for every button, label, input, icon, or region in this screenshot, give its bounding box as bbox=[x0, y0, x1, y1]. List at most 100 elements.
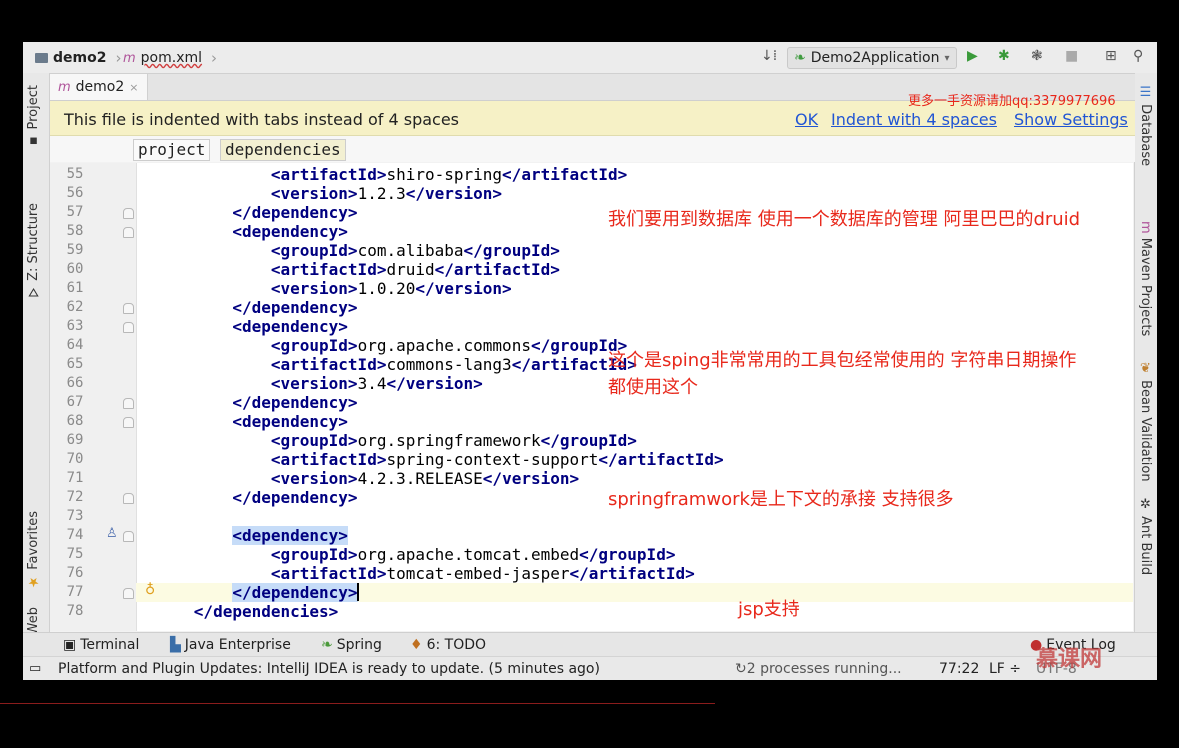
code-line[interactable]: </dependencies> bbox=[136, 602, 1133, 621]
close-icon[interactable]: × bbox=[129, 81, 138, 94]
tool-tab-bean-validation[interactable]: ❦ Bean Validation bbox=[1138, 361, 1153, 482]
tool-terminal[interactable]: ▣ Terminal bbox=[63, 637, 139, 653]
code-line[interactable]: </dependency> bbox=[136, 298, 1133, 317]
dependency-gutter-icon[interactable]: ♙ bbox=[106, 526, 118, 541]
tool-terminal-label: Terminal bbox=[80, 637, 140, 653]
banner-show-settings-link[interactable]: Show Settings bbox=[1014, 110, 1128, 129]
line-number: 75 bbox=[66, 546, 84, 562]
line-number: 65 bbox=[66, 356, 84, 372]
banner-message: This file is indented with tabs instead … bbox=[64, 110, 460, 129]
status-toggle-icon[interactable]: ▭ bbox=[29, 661, 41, 676]
mooc-watermark: 慕课网 bbox=[1036, 647, 1103, 672]
fold-marker-icon[interactable] bbox=[123, 493, 134, 504]
code-line[interactable]: <dependency> bbox=[136, 317, 1133, 336]
code-editor[interactable]: 55 56 57 58 59 60 61 62 63 64 65 66 67 68 69 70 71 72 73 74… bbox=[50, 163, 1133, 631]
nav-crumb-file[interactable]: m pom.xml › bbox=[123, 49, 217, 67]
coverage-icon[interactable]: ❃ bbox=[1031, 48, 1043, 64]
tool-tab-maven[interactable]: m Maven Projects bbox=[1138, 221, 1153, 336]
tool-todo-label: 6: TODO bbox=[426, 637, 487, 653]
project-structure-icon[interactable]: ⊞ bbox=[1105, 48, 1117, 64]
tool-java-enterprise-label: Java Enterprise bbox=[184, 637, 291, 653]
annotation-commons-lang3: 这个是sping非常常用的工具包经常使用的 字符串日期操作 bbox=[608, 350, 1077, 371]
search-icon[interactable]: ⚲ bbox=[1133, 48, 1143, 64]
tool-tab-project[interactable]: ▪ Project bbox=[26, 85, 41, 149]
fold-marker-icon[interactable] bbox=[123, 588, 134, 599]
code-line[interactable]: <groupId>org.apache.tomcat.embed</groupI… bbox=[136, 545, 1133, 564]
fold-marker-icon[interactable] bbox=[123, 208, 134, 219]
left-tool-strip: ▪ Project ⛛ Z: Structure ★ Favorites ◎ W… bbox=[23, 73, 50, 654]
folder-icon bbox=[35, 53, 48, 63]
spring-boot-icon: ❧ bbox=[794, 50, 806, 66]
tool-tab-structure[interactable]: ⛛ Z: Structure bbox=[26, 203, 41, 298]
intention-bulb-icon[interactable]: ♁ bbox=[145, 582, 155, 598]
navigation-bar: demo2 › m pom.xml › ↓⁞ ❧ Demo2Applicatio… bbox=[23, 42, 1157, 74]
xml-crumb-project[interactable]: project bbox=[133, 139, 211, 161]
tab-label: demo2 bbox=[75, 79, 125, 95]
qq-contact-overlay: 更多一手资源请加qq:3379977696 bbox=[908, 94, 1116, 109]
banner-indent-link[interactable]: Indent with 4 spaces bbox=[831, 110, 997, 129]
line-number: 74 bbox=[66, 527, 84, 543]
code-line[interactable]: <dependency> bbox=[136, 526, 1133, 545]
code-line[interactable]: <version>1.0.20</version> bbox=[136, 279, 1133, 298]
line-number: 69 bbox=[66, 432, 84, 448]
text-caret bbox=[357, 583, 360, 601]
line-number: 68 bbox=[66, 413, 84, 429]
code-line[interactable]: <artifactId>shiro-spring</artifactId> bbox=[136, 165, 1133, 184]
fold-marker-icon[interactable] bbox=[123, 303, 134, 314]
line-number: 59 bbox=[66, 242, 84, 258]
code-line[interactable]: <dependency> bbox=[136, 412, 1133, 431]
line-number: 61 bbox=[66, 280, 84, 296]
code-line[interactable]: </dependency> bbox=[136, 583, 1133, 602]
nav-crumb-project[interactable]: demo2 › bbox=[35, 49, 121, 67]
caret-position[interactable]: 77:22 bbox=[939, 661, 979, 677]
line-number: 67 bbox=[66, 394, 84, 410]
code-line[interactable]: <artifactId>spring-context-support</arti… bbox=[136, 450, 1133, 469]
tool-tab-favorites-label: Favorites bbox=[26, 511, 41, 570]
code-line[interactable]: <groupId>org.springframework</groupId> bbox=[136, 431, 1133, 450]
tool-tab-ant-build[interactable]: ✲ Ant Build bbox=[1138, 497, 1153, 575]
tab-pom-demo2[interactable]: m demo2 × bbox=[50, 74, 148, 100]
database-icon: ☰ bbox=[1138, 85, 1153, 105]
stop-icon[interactable]: ■ bbox=[1065, 48, 1078, 64]
code-line[interactable]: <artifactId>druid</artifactId> bbox=[136, 260, 1133, 279]
tool-spring[interactable]: ❧ Spring bbox=[321, 637, 382, 653]
tool-tab-database[interactable]: ☰ Database bbox=[1138, 85, 1153, 166]
code-line[interactable]: <groupId>com.alibaba</groupId> bbox=[136, 241, 1133, 260]
xml-crumb-dependencies[interactable]: dependencies bbox=[220, 139, 346, 161]
tool-tab-favorites[interactable]: ★ Favorites bbox=[26, 511, 41, 589]
annotation-jsp: jsp支持 bbox=[738, 599, 800, 620]
fold-marker-icon[interactable] bbox=[123, 531, 134, 542]
tool-tab-maven-label: Maven Projects bbox=[1138, 237, 1153, 337]
line-number: 57 bbox=[66, 204, 84, 220]
run-icon[interactable]: ▶ bbox=[967, 48, 978, 64]
tool-java-enterprise[interactable]: ▙ Java Enterprise bbox=[170, 637, 291, 653]
status-message[interactable]: Platform and Plugin Updates: IntelliJ ID… bbox=[58, 661, 600, 677]
line-number: 63 bbox=[66, 318, 84, 334]
processes-indicator[interactable]: ↻2 processes running... bbox=[735, 661, 902, 677]
build-icon[interactable]: ↓⁞ bbox=[761, 48, 777, 64]
banner-ok-link[interactable]: OK bbox=[795, 110, 818, 129]
code-line[interactable]: <version>1.2.3</version> bbox=[136, 184, 1133, 203]
line-number: 56 bbox=[66, 185, 84, 201]
tool-todo[interactable]: ♦ 6: TODO bbox=[410, 637, 486, 653]
structure-icon: ⛛ bbox=[26, 280, 41, 299]
debug-icon[interactable]: ✱ bbox=[998, 48, 1010, 64]
fold-marker-icon[interactable] bbox=[123, 322, 134, 333]
chevron-right-icon: › bbox=[211, 49, 218, 67]
line-number: 72 bbox=[66, 489, 84, 505]
fold-marker-icon[interactable] bbox=[123, 417, 134, 428]
line-gutter: 55 56 57 58 59 60 61 62 63 64 65 66 67 68 69 70 71 72 73 74… bbox=[50, 163, 137, 631]
xml-breadcrumbs: project dependencies bbox=[50, 136, 1135, 162]
code-line[interactable]: <artifactId>tomcat-embed-jasper</artifac… bbox=[136, 564, 1133, 583]
spring-icon: ❧ bbox=[321, 637, 333, 653]
bean-icon: ❦ bbox=[1138, 361, 1153, 381]
fold-marker-icon[interactable] bbox=[123, 398, 134, 409]
line-separator[interactable]: LF ÷ bbox=[989, 661, 1021, 677]
line-number: 70 bbox=[66, 451, 84, 467]
java-ee-icon: ▙ bbox=[170, 637, 181, 653]
terminal-icon: ▣ bbox=[63, 637, 77, 653]
line-number: 78 bbox=[66, 603, 84, 619]
fold-marker-icon[interactable] bbox=[123, 227, 134, 238]
run-configuration-select[interactable]: ❧ Demo2Application ▾ bbox=[787, 47, 957, 69]
chevron-right-icon: › bbox=[115, 49, 122, 67]
